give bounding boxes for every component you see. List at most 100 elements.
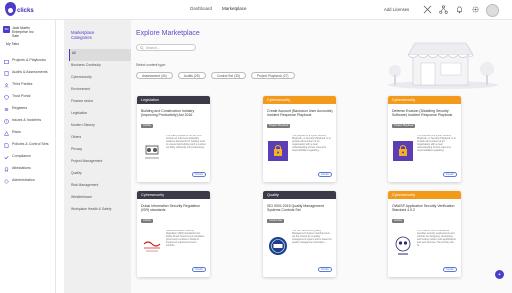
card-tag: Activity bbox=[141, 124, 154, 128]
document-icon bbox=[4, 143, 9, 148]
search-icon bbox=[140, 45, 144, 50]
filter-project-playbook[interactable]: Project Playbook (27) bbox=[250, 72, 295, 79]
card-description: The purpose of a Cyber Security Playbook… bbox=[417, 135, 456, 152]
marketplace-card[interactable]: Cybersecurity OWASP Application Security… bbox=[388, 191, 461, 277]
user-badge: SM bbox=[3, 26, 10, 33]
sidebar-item-label: Projects & Playbooks bbox=[12, 58, 46, 62]
category-business-continuity[interactable]: Business Continuity bbox=[69, 61, 131, 73]
add-button[interactable]: + bbox=[495, 270, 504, 279]
app-logo[interactable]: clicks bbox=[5, 2, 34, 16]
network-icon[interactable] bbox=[439, 5, 448, 14]
details-button[interactable]: Details bbox=[318, 267, 332, 272]
card-category: Cybersecurity bbox=[263, 96, 336, 104]
australia-crest-icon bbox=[143, 143, 161, 159]
card-title: Defense Evasion (Disabling Security Soft… bbox=[392, 109, 453, 118]
sidebar-item-administration[interactable]: Administration bbox=[2, 178, 56, 191]
card-category: Quality bbox=[263, 191, 336, 199]
card-tag: Control Set bbox=[267, 219, 284, 223]
card-description: The ISO 9001:2015 Quality Management Sys… bbox=[292, 230, 332, 244]
filter-assessment[interactable]: Assessment (44) bbox=[136, 72, 173, 79]
marketplace-card[interactable]: Quality ISO 9001:2015 Quality Management… bbox=[263, 191, 336, 277]
sidebar-item-label: Risks bbox=[12, 130, 21, 134]
marketplace-card[interactable]: Cybersecurity Defense Evasion (Disabling… bbox=[388, 96, 461, 182]
check-icon bbox=[4, 155, 9, 160]
sidebar-item-label: Registers bbox=[12, 106, 28, 110]
filter-audits[interactable]: Audits (25) bbox=[177, 72, 206, 79]
shield-icon bbox=[4, 95, 9, 100]
card-description: The main purpose of this Act is to provi… bbox=[166, 135, 206, 149]
marketplace-card[interactable]: Cybersecurity Dubai Information Security… bbox=[137, 191, 210, 277]
settings-icon[interactable] bbox=[471, 5, 480, 14]
card-description: Dubai Information Security Regulation (I… bbox=[166, 230, 205, 247]
my-tabs[interactable]: My Tabs bbox=[6, 42, 19, 46]
sidebar-item-label: Compliance bbox=[12, 154, 31, 158]
card-title: ISO 9001:2015 Quality Management Systems… bbox=[267, 204, 324, 213]
details-button[interactable]: Details bbox=[192, 267, 206, 272]
top-bar: clicks Dashboard Marketplace Add License… bbox=[0, 0, 512, 20]
category-whistleblower[interactable]: Whistleblower bbox=[69, 193, 131, 205]
security-key-icon bbox=[393, 141, 413, 161]
card-tag: Project Playbook bbox=[392, 124, 416, 128]
card-description: The OWASP ASVS framework specifies secur… bbox=[417, 230, 456, 247]
marketplace-card[interactable]: Legislation Building and Construction In… bbox=[137, 96, 210, 182]
category-modern-slavery[interactable]: Modern Slavery bbox=[69, 121, 131, 133]
search-input[interactable]: Search... bbox=[136, 44, 196, 51]
category-others[interactable]: Others bbox=[69, 133, 131, 145]
sidebar-item-label: Administration bbox=[12, 178, 35, 182]
filter-control-set[interactable]: Control Set (33) bbox=[210, 72, 246, 79]
card-category: Cybersecurity bbox=[137, 191, 210, 199]
category-environment[interactable]: Environment bbox=[69, 85, 131, 97]
category-project-management[interactable]: Project Management bbox=[69, 157, 131, 169]
user-card[interactable]: SM Jack Martin Enterprise Inc Sale bbox=[3, 26, 34, 38]
sidebar-item-label: Policies & Control Sets bbox=[12, 142, 49, 146]
nav-dashboard[interactable]: Dashboard bbox=[190, 6, 212, 11]
details-button[interactable]: Details bbox=[443, 172, 457, 177]
details-button[interactable]: Details bbox=[443, 267, 457, 272]
card-category: Legislation bbox=[137, 96, 210, 104]
card-tag: Activity bbox=[392, 219, 405, 223]
card-category: Cybersecurity bbox=[388, 191, 461, 199]
category-risk-management[interactable]: Risk Management bbox=[69, 181, 131, 193]
details-button[interactable]: Details bbox=[318, 172, 332, 177]
categories-title-line2: Categories bbox=[71, 35, 92, 40]
card-category: Cybersecurity bbox=[388, 96, 461, 104]
marketplace-illustration bbox=[388, 42, 498, 89]
sidebar-item-label: Attestations bbox=[12, 166, 31, 170]
category-finance-sector[interactable]: Finance sector bbox=[69, 97, 131, 109]
badge-icon bbox=[4, 167, 9, 172]
categories-panel: Marketplace Categories All Business Cont… bbox=[64, 20, 131, 293]
bell-icon[interactable] bbox=[455, 5, 464, 14]
category-quality[interactable]: Quality bbox=[69, 169, 131, 181]
card-tag: Project Playbook bbox=[267, 124, 291, 128]
sidebar-nav: Projects & Playbooks Audits & Assessment… bbox=[2, 58, 56, 191]
warning-icon bbox=[4, 131, 9, 136]
sidebar-item-trust-portal[interactable]: Trust Portal bbox=[2, 94, 56, 107]
sidebar-item-label: Trust Portal bbox=[12, 94, 31, 98]
category-cybersecurity[interactable]: Cybersecurity bbox=[69, 73, 131, 85]
tools-icon[interactable] bbox=[423, 5, 432, 14]
users-icon bbox=[4, 83, 9, 88]
user-avatar[interactable] bbox=[486, 4, 499, 17]
add-licenses-link[interactable]: Add Licenses bbox=[384, 7, 409, 12]
card-title: OWASP Application Security Verification … bbox=[392, 204, 455, 213]
nav-marketplace[interactable]: Marketplace bbox=[222, 6, 247, 11]
marketplace-card[interactable]: Cybersecurity Create Account (Backdoor U… bbox=[263, 96, 336, 182]
sidebar-item-issues[interactable]: Issues & Incidents bbox=[2, 118, 56, 131]
logo-icon bbox=[5, 2, 16, 16]
user-info: Jack Martin Enterprise Inc Sale bbox=[12, 26, 34, 38]
sidebar-item-label: Third Parties bbox=[12, 82, 33, 86]
card-title: Dubai Information Security Regulation (I… bbox=[141, 204, 200, 213]
logo-text: clicks bbox=[17, 8, 34, 14]
category-privacy[interactable]: Privacy bbox=[69, 145, 131, 157]
search-placeholder: Search... bbox=[146, 45, 160, 50]
content-type-filters: Assessment (44) Audits (25) Control Set … bbox=[136, 72, 295, 79]
details-button[interactable]: Details bbox=[192, 172, 206, 177]
category-list: All Business Continuity Cybersecurity En… bbox=[69, 49, 131, 217]
category-all[interactable]: All bbox=[69, 49, 131, 61]
category-legislation[interactable]: Legislation bbox=[69, 109, 131, 121]
top-nav: Dashboard Marketplace bbox=[190, 6, 247, 11]
category-whs[interactable]: Workplace Health & Safety bbox=[69, 205, 131, 217]
page-title: Explore Marketplace bbox=[136, 30, 200, 37]
list-icon bbox=[4, 108, 9, 111]
sidebar: SM Jack Martin Enterprise Inc Sale My Ta… bbox=[0, 20, 56, 293]
